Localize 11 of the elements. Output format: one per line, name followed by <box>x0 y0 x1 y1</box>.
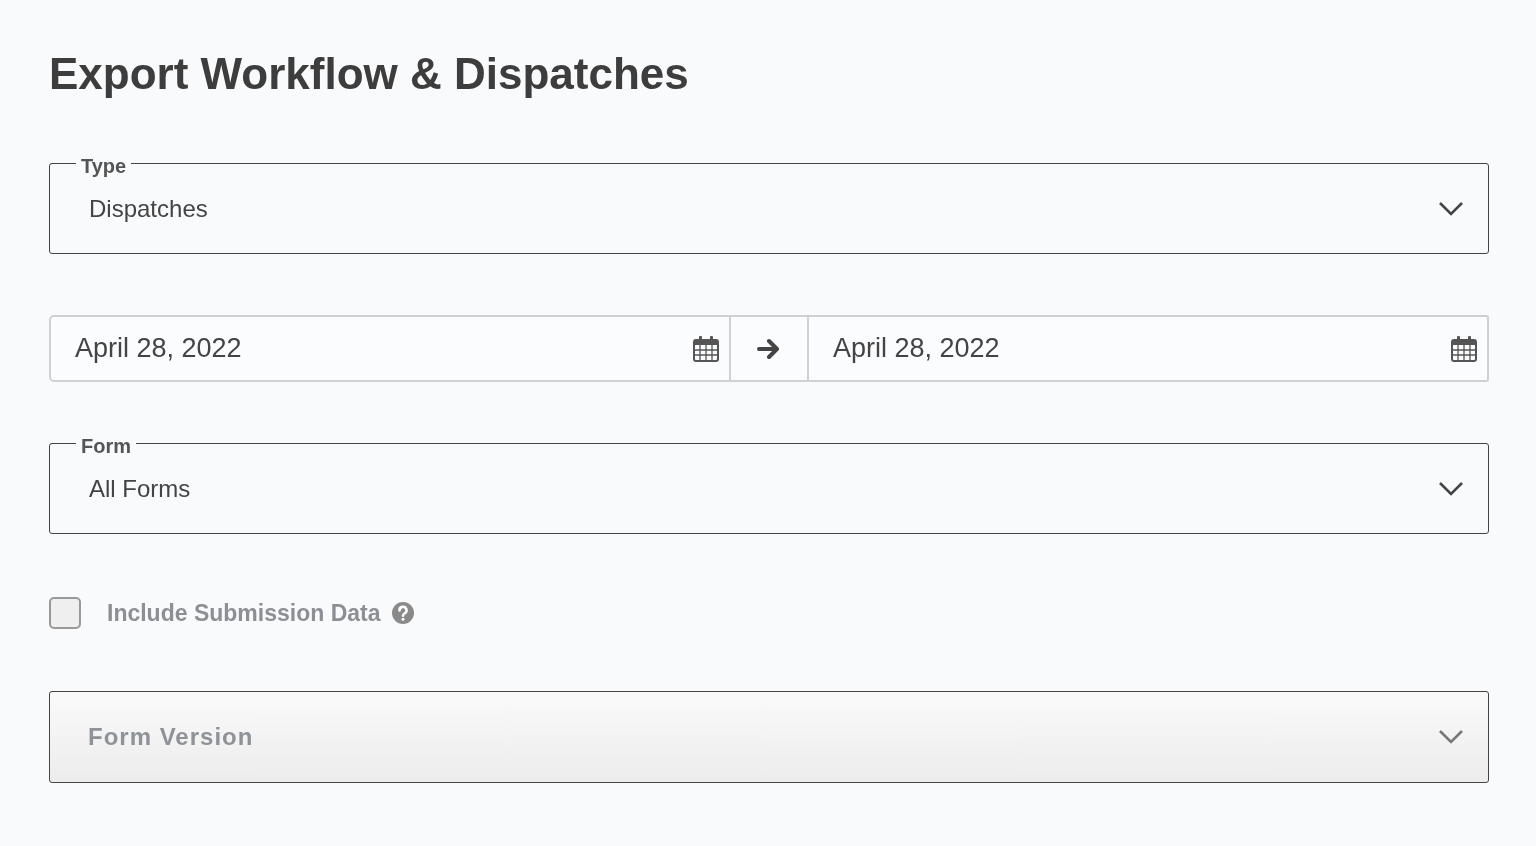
chevron-down-icon <box>1438 729 1464 745</box>
arrow-right-icon <box>731 315 807 382</box>
chevron-down-icon <box>1438 200 1464 217</box>
date-field[interactable]: April 28, 2022 <box>807 315 1489 382</box>
checkbox-label: Include Submission Data <box>107 598 381 628</box>
calendar-icon[interactable] <box>693 335 719 362</box>
chevron-down-icon <box>1438 480 1464 497</box>
help-icon[interactable] <box>390 601 415 625</box>
calendar-icon[interactable] <box>1451 335 1477 362</box>
page-title: Export Workflow & Dispatches <box>49 48 690 100</box>
date-field[interactable]: April 28, 2022 <box>49 315 731 382</box>
